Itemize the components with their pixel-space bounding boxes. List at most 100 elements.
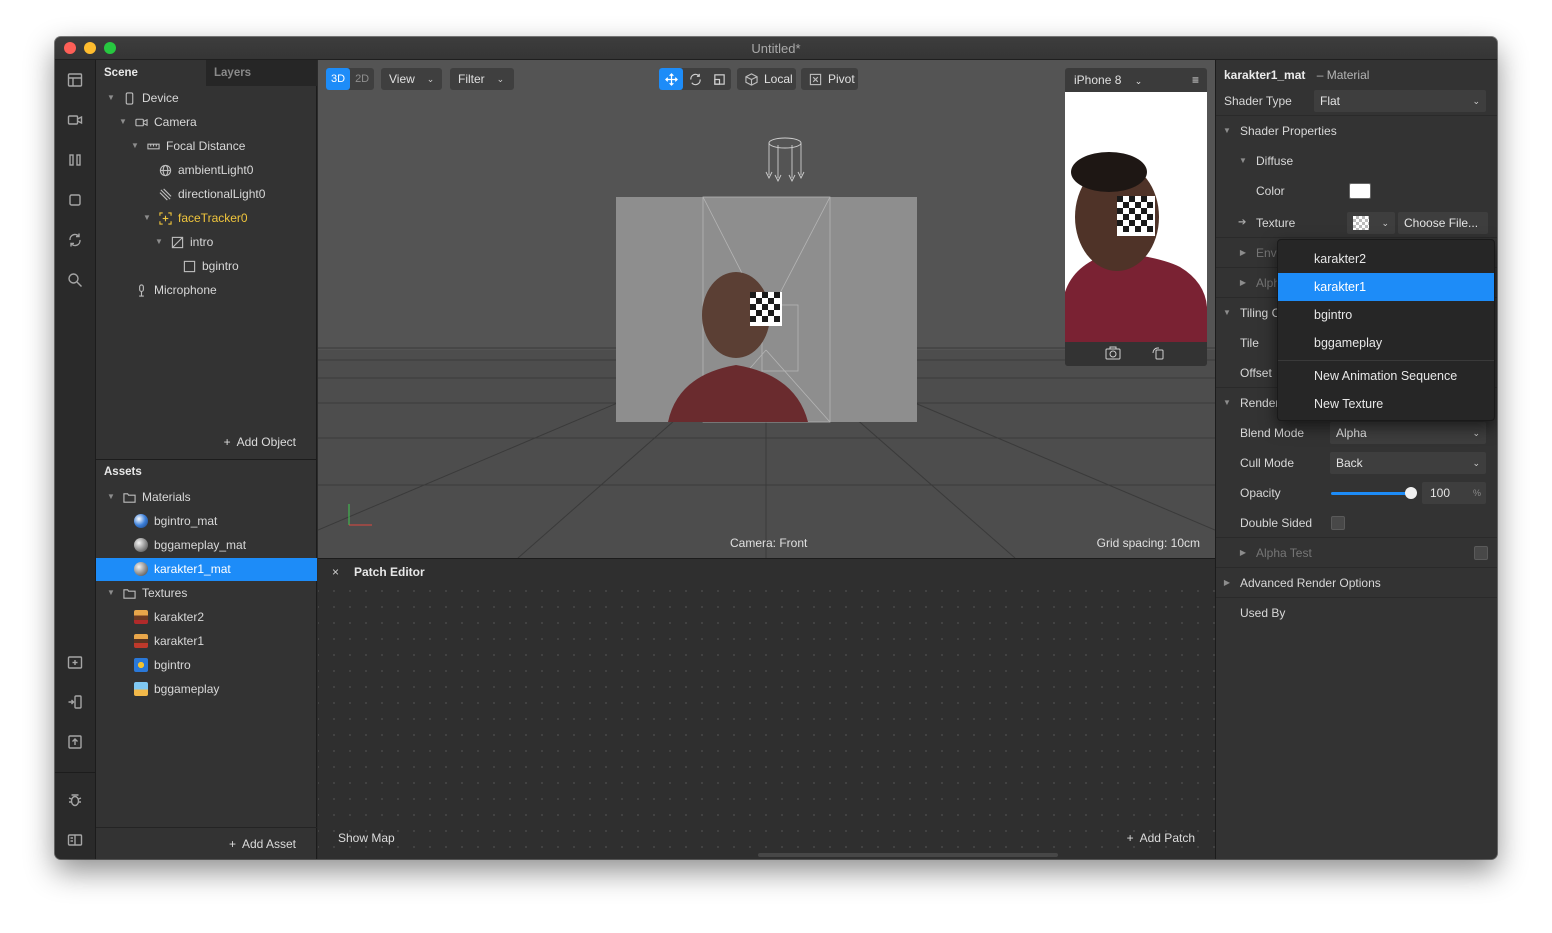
maximize-window-button[interactable] [104,42,116,54]
patch-editor[interactable]: × Patch Editor Show Map + Add Patch [318,558,1215,859]
close-icon[interactable]: × [332,559,339,585]
mode-2d-button[interactable]: 2D [350,68,374,90]
alpha-test-checkbox[interactable] [1474,546,1488,560]
tree-item-directional-light[interactable]: directionalLight0 [158,183,265,205]
tab-scene[interactable]: Scene [96,60,206,86]
asset-karakter2[interactable]: karakter2 [134,606,204,628]
tree-item-focal-distance[interactable]: ▼ Focal Distance [130,135,245,157]
move-tool-icon[interactable] [659,68,683,90]
local-toggle[interactable]: Local [737,68,796,90]
material-sphere-icon [134,514,148,528]
dropdown-item-new-texture[interactable]: New Texture [1278,390,1494,418]
tree-item-label: intro [190,235,214,249]
close-window-button[interactable] [64,42,76,54]
device-selector[interactable]: iPhone 8 ⌄ ≡ [1065,68,1207,92]
stop-icon[interactable] [66,191,84,209]
tree-item-intro[interactable]: ▼ intro [154,231,213,253]
diffuse-section[interactable]: ▼ Diffuse [1216,146,1497,176]
view-dropdown[interactable]: View ⌄ [381,68,442,90]
add-asset-button[interactable]: + Add Asset [229,833,296,855]
view-mode-toggle: 3D 2D [326,68,375,90]
add-folder-icon[interactable] [66,653,84,671]
add-object-button[interactable]: + Add Object [224,431,296,453]
alpha-test-label: Alpha Test [1256,546,1312,560]
shader-type-value: Flat [1320,94,1341,108]
filter-dropdown[interactable]: Filter ⌄ [450,68,514,90]
dropdown-item-karakter2[interactable]: karakter2 [1278,245,1494,273]
pivot-toggle[interactable]: Pivot [801,68,858,90]
expand-arrow-icon[interactable]: ▼ [106,582,116,604]
link-arrow-icon[interactable]: ➔ [1238,208,1246,238]
expand-arrow-icon[interactable]: ▼ [142,207,152,229]
tree-item-device[interactable]: ▼ Device [106,87,179,109]
video-camera-icon[interactable] [66,111,84,129]
color-swatch[interactable] [1349,183,1371,199]
layout-icon[interactable] [66,71,84,89]
dropdown-item-bgintro[interactable]: bgintro [1278,301,1494,329]
asset-karakter1[interactable]: karakter1 [134,630,204,652]
preview-toolbar [1065,342,1207,366]
blend-mode-select[interactable]: Alpha ⌄ [1330,422,1486,444]
asset-bgintro-mat[interactable]: bgintro_mat [134,510,217,532]
bug-icon[interactable] [66,791,84,809]
asset-karakter1-mat[interactable]: karakter1_mat [134,558,231,580]
expand-arrow-icon[interactable]: ▼ [118,111,128,133]
minimize-window-button[interactable] [84,42,96,54]
rotate-tool-icon[interactable] [683,68,707,90]
add-object-label: Add Object [236,435,296,449]
advanced-render-section[interactable]: ▶ Advanced Render Options [1216,568,1497,598]
pause-bars-icon[interactable] [66,151,84,169]
dropdown-item-bggameplay[interactable]: bggameplay [1278,329,1494,357]
rotate-device-icon[interactable] [1151,346,1165,363]
tree-item-bgintro[interactable]: bgintro [182,255,239,277]
asset-label: karakter1 [154,634,205,648]
tree-item-label: Device [142,91,179,105]
horizontal-scrollbar[interactable] [758,853,1058,857]
asset-label: Materials [142,490,191,504]
upload-icon[interactable] [66,733,84,751]
viewport[interactable]: 3D 2D View ⌄ Filter ⌄ Local Pivot iPhone 8… [318,60,1215,558]
double-sided-checkbox[interactable] [1331,516,1345,530]
patch-editor-header: × Patch Editor [318,559,1215,585]
tree-item-microphone[interactable]: Microphone [134,279,217,301]
blend-mode-value: Alpha [1336,426,1367,440]
expand-arrow-icon[interactable]: ▼ [130,135,140,157]
cull-mode-row: Cull Mode Back ⌄ [1216,448,1497,478]
pivot-label: Pivot [828,72,855,86]
show-map-button[interactable]: Show Map [338,831,395,845]
shader-properties-section[interactable]: ▼ Shader Properties [1216,116,1497,146]
asset-bgintro[interactable]: bgintro [134,654,191,676]
opacity-slider-handle[interactable] [1405,487,1417,499]
tree-item-ambient-light[interactable]: ambientLight0 [158,159,253,181]
mode-3d-button[interactable]: 3D [326,68,351,90]
expand-arrow-icon[interactable]: ▼ [154,231,164,253]
tab-layers[interactable]: Layers [206,60,317,86]
opacity-input[interactable]: 100 % [1422,482,1486,504]
asset-bggameplay[interactable]: bggameplay [134,678,219,700]
dropdown-item-new-animation-sequence[interactable]: New Animation Sequence [1278,362,1494,390]
tree-item-face-tracker[interactable]: ▼ faceTracker0 [142,207,248,229]
asset-bggameplay-mat[interactable]: bggameplay_mat [134,534,246,556]
search-icon[interactable] [66,271,84,289]
scale-tool-icon[interactable] [707,68,731,90]
choose-file-button[interactable]: Choose File... [1398,212,1488,234]
add-patch-button[interactable]: + Add Patch [1127,831,1195,845]
console-icon[interactable] [66,831,84,849]
tree-item-label: Focal Distance [166,139,246,153]
tree-item-camera[interactable]: ▼ Camera [118,111,197,133]
expand-arrow-icon[interactable]: ▼ [106,486,116,508]
refresh-icon[interactable] [66,231,84,249]
texture-select[interactable]: ⌄ [1347,212,1395,234]
expand-arrow-icon[interactable]: ▼ [106,87,116,109]
expand-arrow-icon: ▼ [1223,308,1231,317]
alpha-test-row[interactable]: ▶ Alpha Test [1216,538,1497,568]
dropdown-item-karakter1[interactable]: karakter1 [1278,273,1494,301]
send-to-device-icon[interactable] [66,693,84,711]
opacity-slider[interactable] [1331,492,1411,495]
shader-type-select[interactable]: Flat ⌄ [1314,90,1486,112]
asset-folder-materials[interactable]: ▼ Materials [106,486,191,508]
screenshot-icon[interactable] [1105,346,1121,363]
asset-folder-textures[interactable]: ▼ Textures [106,582,187,604]
cull-mode-select[interactable]: Back ⌄ [1330,452,1486,474]
menu-icon[interactable]: ≡ [1192,68,1199,92]
